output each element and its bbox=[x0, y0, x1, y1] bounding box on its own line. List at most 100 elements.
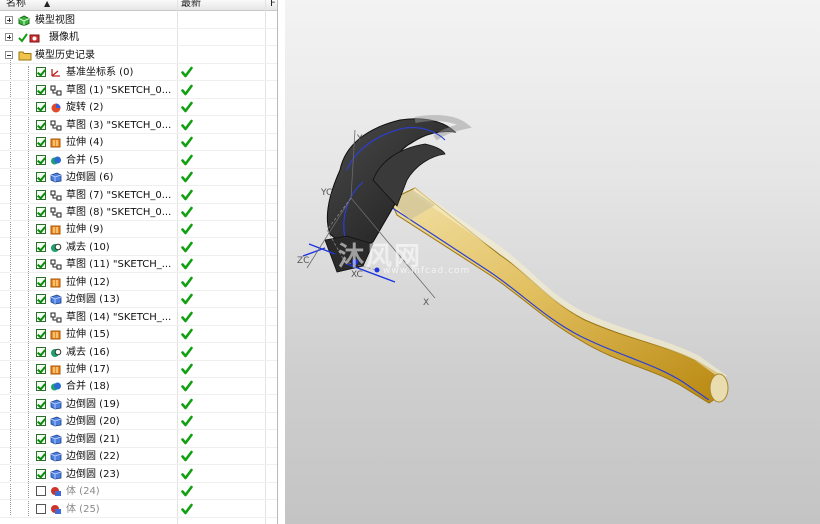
x-axis-label: X bbox=[423, 298, 430, 308]
feature-checkbox[interactable] bbox=[36, 102, 46, 113]
up-to-date-check-icon bbox=[181, 136, 193, 148]
tree-node-camera[interactable]: 摄像机 bbox=[0, 29, 277, 47]
feature-checkbox[interactable] bbox=[36, 189, 46, 200]
feature-row[interactable]: 减去 (10) bbox=[0, 239, 277, 256]
feature-row[interactable]: 边倒圆 (23) bbox=[0, 466, 277, 483]
tree-node-model-views[interactable]: 模型视图 bbox=[0, 12, 277, 29]
sort-ascending-icon[interactable]: ▲ bbox=[44, 0, 50, 9]
feature-row[interactable]: 边倒圆 (22) bbox=[0, 448, 277, 466]
feature-row[interactable]: 草图 (14) "SKETCH_... bbox=[0, 309, 277, 326]
up-to-date-check-icon bbox=[181, 380, 193, 392]
feature-checkbox[interactable] bbox=[36, 468, 46, 479]
feature-row[interactable]: 旋转 (2) bbox=[0, 99, 277, 117]
tree-node-folder[interactable]: 模型历史记录 bbox=[0, 47, 277, 64]
feature-checkbox[interactable] bbox=[36, 119, 46, 130]
feature-row[interactable]: 草图 (7) "SKETCH_0... bbox=[0, 187, 277, 204]
feature-checkbox[interactable] bbox=[36, 346, 46, 357]
feature-label: 体 (25) bbox=[66, 503, 100, 515]
expand-icon[interactable] bbox=[5, 16, 13, 24]
feature-checkbox[interactable] bbox=[36, 433, 46, 444]
feature-row[interactable]: 拉伸 (4) bbox=[0, 134, 277, 152]
subtract-icon bbox=[50, 347, 62, 358]
feature-row[interactable]: 边倒圆 (21) bbox=[0, 431, 277, 448]
unite-icon bbox=[50, 381, 62, 392]
feature-row[interactable]: 体 (25) bbox=[0, 501, 277, 518]
feature-label: 合并 (5) bbox=[66, 154, 104, 166]
feature-checkbox[interactable] bbox=[36, 364, 46, 374]
subtract-icon bbox=[50, 242, 62, 253]
feature-row[interactable]: 边倒圆 (19) bbox=[0, 396, 277, 413]
expand-icon[interactable] bbox=[5, 33, 13, 42]
feature-checkbox[interactable] bbox=[36, 276, 46, 287]
feature-checkbox[interactable] bbox=[36, 84, 46, 95]
feature-checkbox[interactable] bbox=[36, 67, 46, 78]
unite-icon bbox=[50, 155, 62, 166]
feature-row[interactable]: 草图 (11) "SKETCH_... bbox=[0, 256, 277, 274]
feature-checkbox[interactable] bbox=[36, 172, 46, 183]
feature-checkbox[interactable] bbox=[36, 381, 46, 392]
feature-checkbox[interactable] bbox=[36, 398, 46, 409]
feature-checkbox[interactable] bbox=[36, 154, 46, 165]
feature-row[interactable]: 草图 (3) "SKETCH_0... bbox=[0, 117, 277, 134]
feature-label: 减去 (16) bbox=[66, 346, 110, 358]
up-to-date-check-icon bbox=[181, 84, 193, 96]
feature-row[interactable]: 拉伸 (12) bbox=[0, 274, 277, 291]
feature-row[interactable]: 基准坐标系 (0) bbox=[0, 64, 277, 82]
feature-row[interactable]: 减去 (16) bbox=[0, 344, 277, 361]
edge-blend-icon bbox=[50, 416, 62, 427]
feature-checkbox[interactable] bbox=[36, 224, 46, 235]
collapse-icon[interactable] bbox=[5, 50, 13, 59]
feature-checkbox[interactable] bbox=[36, 416, 46, 427]
up-to-date-check-icon bbox=[181, 328, 193, 340]
latest-column-header[interactable]: 最新 bbox=[181, 0, 201, 9]
feature-label: 旋转 (2) bbox=[66, 102, 104, 114]
feature-row[interactable]: 草图 (8) "SKETCH_0... bbox=[0, 204, 277, 221]
extrude-icon bbox=[50, 329, 62, 340]
feature-checkbox[interactable] bbox=[36, 294, 46, 305]
edge-blend-icon bbox=[50, 434, 62, 445]
feature-label: 拉伸 (17) bbox=[66, 364, 110, 375]
feature-row[interactable]: 拉伸 (15) bbox=[0, 326, 277, 344]
feature-label: 草图 (14) "SKETCH_... bbox=[66, 311, 172, 323]
feature-checkbox[interactable] bbox=[36, 486, 46, 497]
feature-row[interactable]: 拉伸 (9) bbox=[0, 221, 277, 239]
tree-node-label: 摄像机 bbox=[49, 32, 79, 44]
feature-label: 边倒圆 (22) bbox=[66, 451, 120, 463]
up-to-date-check-icon bbox=[181, 154, 193, 166]
up-to-date-check-icon bbox=[181, 66, 193, 78]
edge-blend-icon bbox=[50, 451, 62, 462]
extra-column-header[interactable]: F bbox=[270, 0, 276, 9]
feature-row[interactable]: 边倒圆 (6) bbox=[0, 169, 277, 187]
feature-checkbox[interactable] bbox=[36, 311, 46, 322]
feature-row[interactable]: 草图 (1) "SKETCH_0... bbox=[0, 82, 277, 99]
revolve-icon bbox=[50, 102, 62, 113]
up-to-date-check-icon bbox=[181, 189, 193, 201]
feature-checkbox[interactable] bbox=[36, 329, 46, 340]
feature-label: 减去 (10) bbox=[66, 241, 110, 253]
graphics-viewport[interactable]: Y YC ZC XC X 沐风网 www.mfcad.com bbox=[285, 0, 820, 524]
feature-row[interactable]: 拉伸 (17) bbox=[0, 361, 277, 378]
feature-row[interactable]: 合并 (5) bbox=[0, 152, 277, 169]
feature-checkbox[interactable] bbox=[36, 241, 46, 252]
feature-checkbox[interactable] bbox=[36, 137, 46, 148]
feature-checkbox[interactable] bbox=[36, 451, 46, 462]
feature-row[interactable]: 边倒圆 (20) bbox=[0, 413, 277, 431]
feature-row[interactable]: 边倒圆 (13) bbox=[0, 291, 277, 309]
edge-blend-icon bbox=[50, 469, 62, 480]
navigator-header: 名称 ▲ 最新 F bbox=[0, 0, 277, 11]
up-to-date-check-icon bbox=[181, 258, 193, 270]
feature-row[interactable]: 体 (24) bbox=[0, 483, 277, 501]
name-column-header[interactable]: 名称 bbox=[6, 0, 26, 9]
sketch-icon bbox=[50, 259, 62, 270]
extrude-icon bbox=[50, 364, 62, 375]
feature-row[interactable]: 合并 (18) bbox=[0, 378, 277, 396]
tree-node-label: 模型历史记录 bbox=[35, 49, 95, 61]
up-to-date-check-icon bbox=[181, 171, 193, 183]
feature-checkbox[interactable] bbox=[36, 259, 46, 270]
feature-checkbox[interactable] bbox=[36, 206, 46, 217]
up-to-date-check-icon bbox=[181, 206, 193, 218]
extrude-icon bbox=[50, 277, 62, 288]
sketch-icon bbox=[50, 312, 62, 323]
feature-checkbox[interactable] bbox=[36, 503, 46, 514]
up-to-date-check-icon bbox=[181, 346, 193, 358]
